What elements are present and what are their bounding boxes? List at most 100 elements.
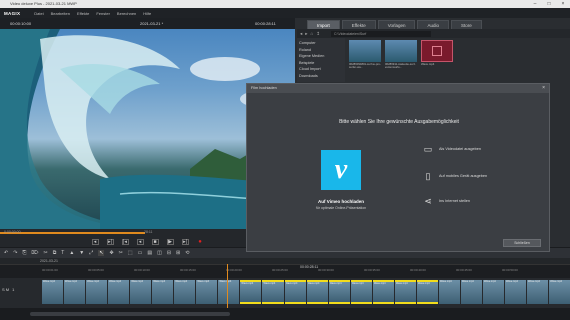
menu-window[interactable]: Fenster xyxy=(96,11,110,16)
timeline-clip[interactable]: Wave.mp4 xyxy=(549,280,570,304)
folder-icon: ▭ xyxy=(423,144,433,154)
vimeo-upload-button[interactable]: v xyxy=(321,150,361,190)
timeline-scrollbar[interactable] xyxy=(30,312,230,316)
pointer-icon[interactable]: ↖ xyxy=(98,250,105,256)
title-icon[interactable]: T xyxy=(61,250,64,256)
timeline-clip[interactable]: Wave.mp4 xyxy=(240,280,262,304)
minimize-button[interactable]: – xyxy=(528,0,542,8)
frame-forward-button[interactable]: ▸| xyxy=(181,239,189,245)
tab-audio[interactable]: Audio xyxy=(417,20,449,29)
media-thumb-3[interactable]: Wave.mp4 xyxy=(421,40,453,74)
vimeo-logo-icon: v xyxy=(334,154,348,185)
dialog-close-icon[interactable]: × xyxy=(542,84,545,93)
timeline-clip[interactable]: Wave.mp4 xyxy=(306,280,328,304)
home-icon[interactable]: ⌂ xyxy=(311,31,314,36)
clip-label: Wave.mp4 xyxy=(109,280,121,283)
menu-edit[interactable]: Bearbeiten xyxy=(51,11,70,16)
timeline-clip[interactable]: Wave.mp4 xyxy=(218,280,240,304)
multicam-icon[interactable]: ◫ xyxy=(157,250,162,256)
zoom-in-icon[interactable]: ⊞ xyxy=(176,250,180,256)
vimeo-upload-label[interactable]: Auf Vimeo hochladen xyxy=(287,199,395,204)
play-button[interactable]: ▶ xyxy=(166,239,174,245)
media-thumb-2[interactable]: 06286911-statuette-surf-extremsurfe... xyxy=(385,40,417,74)
tab-store[interactable]: Store xyxy=(450,20,482,29)
menu-help[interactable]: Hilfe xyxy=(143,11,151,16)
tab-import[interactable]: Import xyxy=(307,20,340,29)
menu-effects[interactable]: Effekte xyxy=(77,11,89,16)
menu-bar: MAGIX Datei Bearbeiten Effekte Fenster B… xyxy=(0,8,570,18)
record-button[interactable]: ● xyxy=(197,239,204,245)
timeline-mode-icon[interactable]: ▤ xyxy=(147,250,152,256)
magix-logo: MAGIX xyxy=(4,10,21,16)
timeline-clip[interactable]: Wave.mp4 xyxy=(482,280,504,304)
option-mobile-device[interactable]: ▯ Auf mobiles Gerät ausgeben xyxy=(423,171,488,181)
upload-icon[interactable]: ▲ xyxy=(69,250,74,256)
timeline-clip[interactable]: Wave.mp4 xyxy=(196,280,218,304)
undo-icon[interactable]: ↶ xyxy=(4,250,8,256)
split-icon[interactable]: ✂ xyxy=(119,250,123,256)
zoom-out-icon[interactable]: ⊟ xyxy=(167,250,171,256)
storyboard-icon[interactable]: ▭ xyxy=(138,250,143,256)
fit-icon[interactable]: ⤢ xyxy=(89,250,93,256)
move-icon[interactable]: ✥ xyxy=(109,250,113,256)
timeline-clip[interactable]: Wave.mp4 xyxy=(527,280,549,304)
path-field[interactable]: C:\Videodateien\Surf xyxy=(331,30,432,37)
timeline-clip[interactable]: Wave.mp4 xyxy=(108,280,130,304)
up-folder-icon[interactable]: ↥ xyxy=(316,31,320,37)
clip-label: Wave.mp4 xyxy=(483,280,496,283)
timeline-clip[interactable]: Wave.mp4 xyxy=(130,280,152,304)
timeline-clip[interactable]: Wave.mp4 xyxy=(350,280,372,304)
ruler-tick: 00:00:01:00 xyxy=(42,268,58,272)
tab-templates[interactable]: Vorlagen xyxy=(377,20,416,29)
select-range-icon[interactable]: ⬚ xyxy=(128,250,133,256)
timeline-ruler[interactable]: 00:00:28:11 00:00:01:00 00:00:05:00 00:00:… xyxy=(0,264,570,278)
media-thumb-1[interactable]: 06286094801-surf-te-pro-surfer-wa... xyxy=(349,40,381,74)
timeline-clip[interactable]: Wave.mp4 xyxy=(64,280,86,304)
timeline-clip[interactable]: Wave.mp4 xyxy=(504,280,527,304)
window-titlebar: Video deluxe Plus - 2021-03-21 MWP – □ × xyxy=(0,0,570,8)
tab-effects[interactable]: Effekte xyxy=(341,20,376,29)
option-video-file[interactable]: ▭ Als Videodatei ausgeben xyxy=(423,144,481,154)
timeline-playhead[interactable] xyxy=(227,264,228,309)
timeline-clip[interactable]: Wave.mp4 xyxy=(438,280,460,304)
copy-icon[interactable]: ⎘ xyxy=(22,250,26,256)
back-icon[interactable]: ◂ xyxy=(300,31,302,37)
timeline-clip[interactable]: Wave.mp4 xyxy=(328,280,350,304)
stop-button[interactable]: ■ xyxy=(151,239,159,245)
timeline-clip[interactable]: Wave.mp4 xyxy=(262,280,284,304)
menu-file[interactable]: Datei xyxy=(34,11,43,16)
timeline-clip[interactable]: Wave.mp4 xyxy=(42,280,64,304)
timeline-clip[interactable]: Wave.mp4 xyxy=(460,280,482,304)
timeline-clip[interactable]: Wave.mp4 xyxy=(394,280,416,304)
delete-icon[interactable]: ⌦ xyxy=(31,250,38,256)
redo-icon[interactable]: ↷ xyxy=(13,250,17,256)
track-solo-mute[interactable]: S M xyxy=(2,287,9,292)
frame-back-button[interactable]: ◂ xyxy=(136,239,144,245)
timeline-clip[interactable]: Wave.mp4 xyxy=(152,280,174,304)
prev-marker-button[interactable]: ◂ xyxy=(91,239,99,245)
menu-render[interactable]: Berechnen xyxy=(117,11,136,16)
ruler-tick: 00:00:35:00 xyxy=(364,268,380,272)
refresh-icon[interactable]: ⟲ xyxy=(185,250,189,256)
download-icon[interactable]: ▼ xyxy=(79,250,84,256)
to-start-button[interactable]: |◂ xyxy=(121,239,129,245)
thumb-image xyxy=(349,40,381,62)
maximize-button[interactable]: □ xyxy=(542,0,556,8)
close-window-button[interactable]: × xyxy=(556,0,570,8)
timeline-clip[interactable]: Wave.mp4 xyxy=(284,280,306,304)
next-marker-button[interactable]: ▸| xyxy=(106,239,114,245)
timeline-clip[interactable]: Wave.mp4 xyxy=(174,280,196,304)
source-downloads[interactable]: Downloads xyxy=(299,73,343,80)
timeline-clip[interactable]: Wave.mp4 xyxy=(372,280,394,304)
timeline-clip[interactable]: Wave.mp4 xyxy=(416,280,438,304)
close-button[interactable]: Schließen xyxy=(503,239,541,247)
video-track[interactable]: S M 1 Wave.mp4 Wave.mp4 Wave.mp4 Wave.mp4 Wa… xyxy=(0,278,570,308)
option-internet[interactable]: ⋖ Ins Internet stellen xyxy=(423,196,470,206)
cut-icon[interactable]: ✂ xyxy=(44,250,48,256)
duplicate-icon[interactable]: ⧉ xyxy=(53,250,57,256)
preview-time-mid: 28:11 xyxy=(144,230,153,234)
phone-icon: ▯ xyxy=(425,171,431,181)
forward-icon[interactable]: ▸ xyxy=(305,31,307,37)
timeline-clip[interactable]: Wave.mp4 xyxy=(86,280,108,304)
vimeo-upload-subtitle: für optimale Online-Präsentation xyxy=(315,206,367,210)
